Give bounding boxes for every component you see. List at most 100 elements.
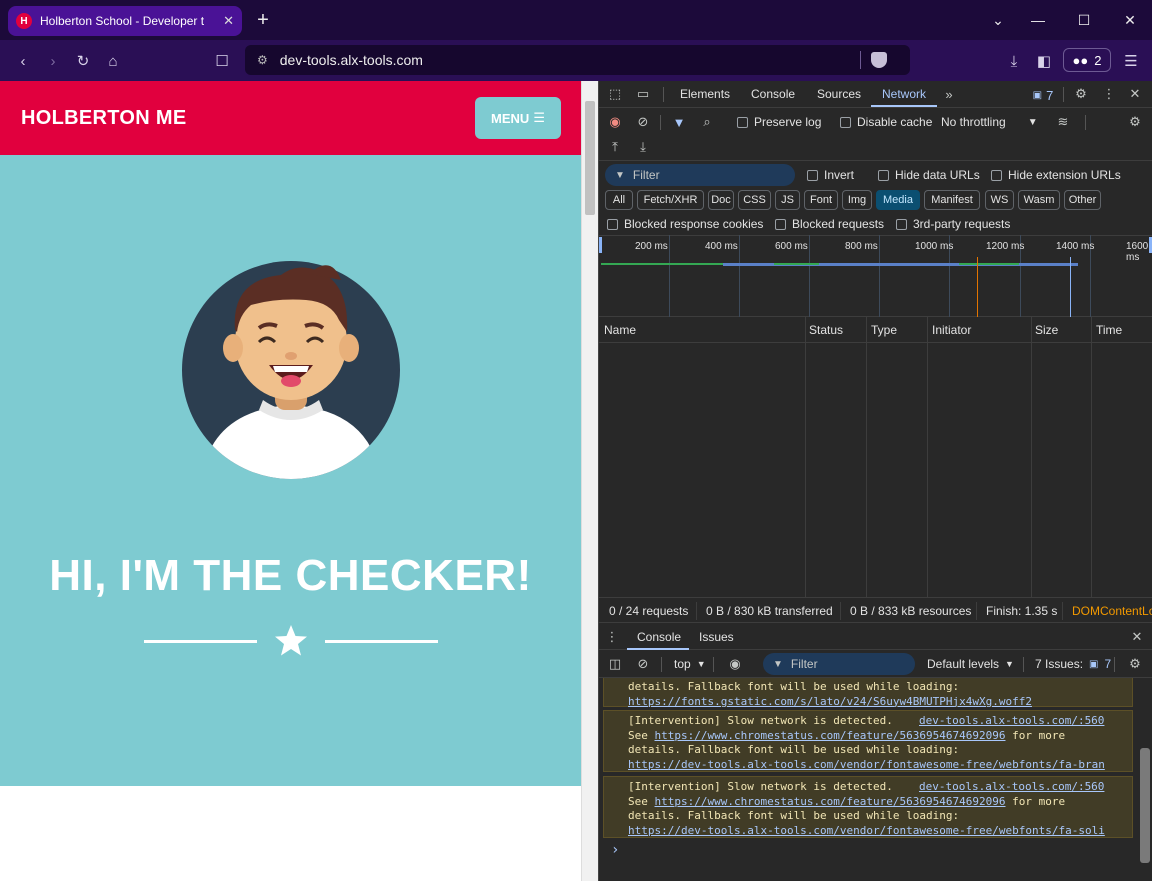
warning-link[interactable]: https://dev-tools.alx-tools.com/vendor/f… xyxy=(628,824,1105,837)
drawer-tab-console[interactable]: Console xyxy=(637,624,681,650)
tab-network[interactable]: Network xyxy=(882,81,926,107)
rewards-count: 2 xyxy=(1094,52,1102,68)
new-tab-button[interactable]: + xyxy=(250,8,276,32)
close-drawer-icon[interactable]: ✕ xyxy=(1129,629,1145,645)
filter-chip-font[interactable]: Font xyxy=(804,190,838,210)
console-issues-button[interactable]: 7 Issues: ▣ 7 xyxy=(1035,657,1111,671)
column-header-size[interactable]: Size xyxy=(1035,323,1058,337)
filter-icon[interactable]: ▼ xyxy=(671,114,687,130)
column-header-type[interactable]: Type xyxy=(871,323,897,337)
network-timeline-overview[interactable]: 200 ms 400 ms 600 ms 800 ms 1000 ms 1200 ms 14… xyxy=(599,235,1152,317)
timeline-handle-left[interactable] xyxy=(599,237,602,253)
tab-search-icon[interactable]: ⌄ xyxy=(985,8,1011,32)
console-sidebar-icon[interactable]: ◫ xyxy=(607,656,623,672)
filter-chip-css[interactable]: CSS xyxy=(738,190,771,210)
column-header-initiator[interactable]: Initiator xyxy=(932,323,971,337)
filter-chip-doc[interactable]: Doc xyxy=(708,190,734,210)
address-bar[interactable]: ⚙ dev-tools.alx-tools.com xyxy=(245,45,910,75)
network-filter-input[interactable]: ▼ Filter xyxy=(605,164,795,186)
tab-sources[interactable]: Sources xyxy=(817,81,861,107)
more-options-icon[interactable]: ⋮ xyxy=(1101,86,1117,102)
search-icon[interactable]: ⌕ xyxy=(699,114,715,130)
warning-feature-link[interactable]: https://www.chromestatus.com/feature/563… xyxy=(655,795,1006,808)
clear-console-icon[interactable]: ⊘ xyxy=(635,656,651,672)
scrollbar-thumb[interactable] xyxy=(585,101,595,215)
hide-extension-urls-checkbox[interactable]: Hide extension URLs xyxy=(991,168,1121,182)
close-window-button[interactable]: ✕ xyxy=(1117,8,1143,32)
drawer-menu-icon[interactable]: ⋮ xyxy=(605,629,619,645)
warning-link[interactable]: https://dev-tools.alx-tools.com/vendor/f… xyxy=(628,758,1105,771)
console-settings-icon[interactable]: ⚙ xyxy=(1127,656,1143,672)
filter-chip-wasm[interactable]: Wasm xyxy=(1018,190,1060,210)
console-filter-input[interactable]: ▼ Filter xyxy=(763,653,915,675)
preserve-log-checkbox[interactable]: Preserve log xyxy=(737,115,821,129)
drawer-tab-issues[interactable]: Issues xyxy=(699,624,734,650)
site-info-icon[interactable]: ⚙ xyxy=(257,53,268,67)
menu-label: MENU xyxy=(491,110,530,126)
close-tab-icon[interactable]: ✕ xyxy=(223,13,234,29)
filter-chip-other[interactable]: Other xyxy=(1064,190,1101,210)
column-header-time[interactable]: Time xyxy=(1096,323,1122,337)
live-expression-eye-icon[interactable]: ◉ xyxy=(725,656,745,672)
filter-chip-all[interactable]: All xyxy=(605,190,633,210)
context-select[interactable]: top ▼ xyxy=(674,657,706,671)
issues-badge[interactable]: ▣ 7 xyxy=(1029,87,1057,103)
column-header-status[interactable]: Status xyxy=(809,323,843,337)
maximize-button[interactable]: ☐ xyxy=(1071,8,1097,32)
filter-chip-img[interactable]: Img xyxy=(842,190,872,210)
bookmark-icon[interactable]: ☐ xyxy=(211,50,233,72)
tab-console[interactable]: Console xyxy=(751,81,795,107)
forward-icon[interactable]: › xyxy=(42,50,64,72)
page-scrollbar[interactable] xyxy=(581,81,598,881)
menu-icon[interactable]: ☰ xyxy=(1120,50,1142,72)
filter-chip-js[interactable]: JS xyxy=(775,190,800,210)
filter-chip-ws[interactable]: WS xyxy=(985,190,1014,210)
minimize-button[interactable]: — xyxy=(1025,8,1051,32)
network-settings-icon[interactable]: ⚙ xyxy=(1127,114,1143,130)
disable-cache-checkbox[interactable]: Disable cache xyxy=(840,115,932,129)
warning-link[interactable]: https://fonts.gstatic.com/s/lato/v24/S6u… xyxy=(628,695,1032,708)
console-scrollbar-thumb[interactable] xyxy=(1140,748,1150,863)
warning-feature-link[interactable]: https://www.chromestatus.com/feature/563… xyxy=(655,729,1006,742)
blocked-cookies-checkbox[interactable]: Blocked response cookies xyxy=(607,217,763,231)
log-levels-select[interactable]: Default levels ▼ xyxy=(927,657,1014,671)
filter-funnel-icon: ▼ xyxy=(615,169,625,181)
network-conditions-icon[interactable]: ≋ xyxy=(1054,114,1072,130)
toolbar-divider xyxy=(663,87,664,102)
settings-icon[interactable]: ⚙ xyxy=(1073,86,1089,102)
sidebar-icon[interactable]: ◧ xyxy=(1033,50,1055,72)
warning-source-link[interactable]: dev-tools.alx-tools.com/:560 xyxy=(919,780,1104,795)
more-tabs-icon[interactable]: » xyxy=(941,86,957,102)
throttling-select[interactable]: No throttling ▼ xyxy=(941,115,1038,129)
filter-chip-media[interactable]: Media xyxy=(876,190,920,210)
rewards-button[interactable]: ●● 2 xyxy=(1063,48,1111,72)
brave-shield-icon[interactable] xyxy=(871,52,887,68)
invert-checkbox[interactable]: Invert xyxy=(807,168,854,182)
close-devtools-icon[interactable]: ✕ xyxy=(1127,86,1143,102)
third-party-checkbox[interactable]: 3rd-party requests xyxy=(896,217,1010,231)
clear-icon[interactable]: ⊘ xyxy=(635,114,651,130)
tab-elements[interactable]: Elements xyxy=(680,81,730,107)
reload-icon[interactable]: ↻ xyxy=(72,50,94,72)
inspect-icon[interactable]: ⬚ xyxy=(607,86,623,102)
home-icon[interactable]: ⌂ xyxy=(102,50,124,72)
downloads-icon[interactable]: ⤓ xyxy=(1003,50,1025,72)
export-har-icon[interactable]: ⤓ xyxy=(635,139,651,155)
record-icon[interactable]: ◉ xyxy=(607,114,623,130)
menu-button[interactable]: MENU ☰ xyxy=(475,97,561,139)
back-icon[interactable]: ‹ xyxy=(12,50,34,72)
hide-extension-urls-label: Hide extension URLs xyxy=(1008,168,1121,182)
browser-tab[interactable]: H Holberton School - Developer t ✕ xyxy=(8,6,242,36)
avatar-illustration xyxy=(182,261,400,479)
console-scrollbar[interactable] xyxy=(1137,678,1152,881)
site-brand[interactable]: HOLBERTON ME xyxy=(21,107,186,130)
console-prompt[interactable]: › xyxy=(611,842,619,858)
column-header-name[interactable]: Name xyxy=(604,323,636,337)
warning-source-link[interactable]: dev-tools.alx-tools.com/:560 xyxy=(919,714,1104,729)
blocked-requests-checkbox[interactable]: Blocked requests xyxy=(775,217,884,231)
device-toolbar-icon[interactable]: ▭ xyxy=(635,86,651,102)
hide-data-urls-checkbox[interactable]: Hide data URLs xyxy=(878,168,980,182)
filter-chip-manifest[interactable]: Manifest xyxy=(924,190,980,210)
filter-chip-fetch-xhr[interactable]: Fetch/XHR xyxy=(637,190,704,210)
import-har-icon[interactable]: ⤒ xyxy=(607,139,623,155)
